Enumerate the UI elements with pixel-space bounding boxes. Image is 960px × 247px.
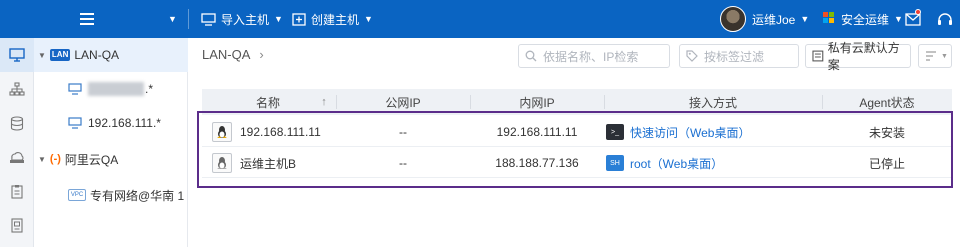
subnet-icon	[68, 83, 82, 95]
app-switcher-label: 安全运维	[841, 12, 890, 27]
add-window-icon	[292, 12, 306, 26]
selection-highlight-box	[197, 111, 953, 188]
chevron-down-icon: ▼	[941, 52, 948, 60]
vpc-icon: VPC	[68, 189, 86, 201]
tag-filter-placeholder: 按标签过滤	[704, 49, 765, 64]
app-grid-icon	[823, 12, 835, 24]
tree-node-label: 专有网络@华南 1	[90, 188, 185, 203]
search-placeholder: 依据名称、IP检索	[543, 49, 639, 64]
aliyun-icon: (-)	[49, 153, 61, 165]
breadcrumb-item[interactable]: LAN-QA	[202, 47, 250, 62]
tag-filter-input[interactable]: 按标签过滤	[679, 44, 799, 68]
chevron-down-icon: ▼	[274, 14, 283, 24]
chevron-down-icon: ▼	[364, 14, 373, 24]
column-header-label: 接入方式	[688, 95, 737, 110]
support-button[interactable]	[937, 0, 953, 38]
monitor-icon	[201, 12, 216, 26]
messages-button[interactable]	[905, 0, 921, 38]
chevron-right-icon: ›	[259, 47, 264, 62]
tree-node-label: .*	[145, 82, 154, 96]
search-input[interactable]: 依据名称、IP检索	[518, 44, 670, 68]
tree-node-lan-qa[interactable]: ▼ LAN LAN-QA	[34, 38, 188, 72]
toolbar-divider	[188, 9, 189, 29]
rail-hosts[interactable]	[0, 38, 34, 72]
lan-icon: LAN	[49, 49, 71, 61]
chevron-down-icon: ▼	[894, 14, 903, 24]
desktop-icon	[9, 48, 25, 62]
sort-menu-button[interactable]: ▼	[918, 44, 952, 68]
rail-docs[interactable]	[0, 208, 34, 242]
network-icon	[9, 82, 25, 96]
form-icon	[812, 50, 824, 62]
chevron-down-icon[interactable]: ▼	[38, 155, 46, 164]
rail-database[interactable]	[0, 106, 34, 140]
tree-node-vpc[interactable]: VPC 专有网络@华南 1	[34, 178, 188, 212]
user-name: 运维Joe	[752, 12, 796, 27]
tree-node-subnet-masked[interactable]: .*	[34, 72, 188, 106]
rail-tasks[interactable]	[0, 174, 34, 208]
tag-icon	[686, 50, 698, 62]
host-tree: ▼ LAN LAN-QA .* 192.168.111.* ▼ (-) 阿里云Q…	[34, 38, 188, 247]
plan-select[interactable]: 私有云默认方案	[805, 41, 911, 72]
breadcrumb: LAN-QA ›	[202, 47, 264, 62]
cloud-drive-icon	[10, 152, 24, 163]
create-host-label: 创建主机	[311, 12, 360, 27]
top-bar: ▼ 导入主机 ▼ 创建主机 ▼ 运维Joe ▼ 安全运维 ▼	[0, 0, 960, 38]
rail-cloud-drive[interactable]	[0, 140, 34, 174]
clipboard-icon	[11, 184, 23, 199]
create-host-button[interactable]: 创建主机 ▼	[292, 0, 373, 38]
sidebar-toggle-button[interactable]: ▼	[168, 0, 177, 38]
notification-badge	[915, 9, 921, 15]
subnet-icon	[68, 117, 82, 129]
database-icon	[10, 115, 24, 131]
tree-node-label: LAN-QA	[74, 48, 120, 62]
sort-lines-icon	[926, 51, 936, 61]
tree-node-label: 阿里云QA	[64, 152, 119, 167]
column-header-label: 公网IP	[385, 95, 421, 110]
search-icon	[525, 50, 537, 62]
import-host-button[interactable]: 导入主机 ▼	[201, 0, 283, 38]
chevron-down-icon: ▼	[800, 14, 810, 24]
user-menu[interactable]: 运维Joe ▼	[752, 0, 809, 38]
tree-node-label: 192.168.111.*	[88, 116, 161, 130]
column-header-label: 名称	[255, 95, 280, 110]
tree-node-aliyun-qa[interactable]: ▼ (-) 阿里云QA	[34, 142, 188, 176]
column-header-label: Agent状态	[859, 95, 915, 110]
app-switcher[interactable]: 安全运维 ▼	[841, 0, 903, 38]
import-host-label: 导入主机	[221, 12, 270, 27]
plan-select-value: 私有云默认方案	[827, 41, 900, 72]
avatar[interactable]	[720, 6, 746, 32]
redacted-text	[88, 82, 144, 96]
headset-icon	[938, 12, 952, 25]
document-icon	[11, 217, 23, 233]
side-rail	[0, 38, 34, 247]
menu-icon[interactable]	[80, 0, 96, 38]
tree-node-subnet-192[interactable]: 192.168.111.*	[34, 106, 188, 140]
rail-network[interactable]	[0, 72, 34, 106]
chevron-down-icon[interactable]: ▼	[38, 51, 46, 60]
column-header-label: 内网IP	[519, 95, 555, 110]
